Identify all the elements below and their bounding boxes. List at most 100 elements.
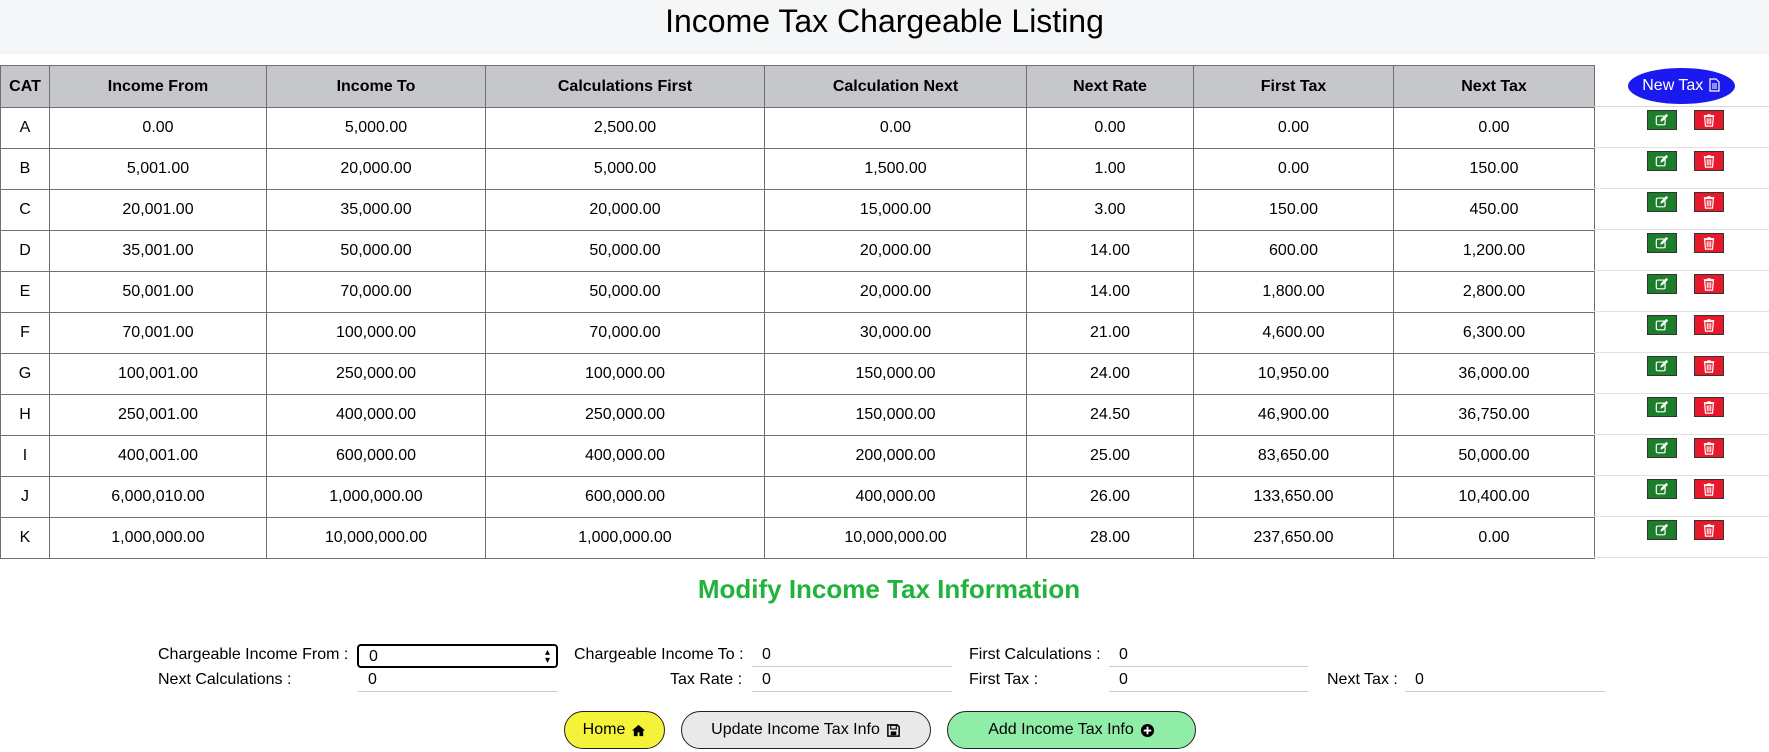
table-cell: 6,300.00 bbox=[1393, 312, 1595, 354]
edit-icon bbox=[1655, 154, 1669, 168]
edit-button[interactable] bbox=[1647, 438, 1677, 458]
delete-button[interactable] bbox=[1694, 520, 1724, 540]
new-tax-button[interactable]: New Tax bbox=[1628, 67, 1735, 104]
table-cell: 0.00 bbox=[764, 107, 1027, 149]
chargeable-income-to-field[interactable] bbox=[752, 643, 952, 667]
table-cell: J bbox=[0, 476, 50, 518]
table-cell: 26.00 bbox=[1026, 476, 1194, 518]
table-cell: 100,000.00 bbox=[485, 353, 765, 395]
column-header: Next Rate bbox=[1026, 65, 1194, 108]
table-cell: 600,000.00 bbox=[266, 435, 486, 477]
table-row: E 50,001.00 70,000.00 50,000.00 20,000.00 14.… bbox=[0, 271, 1595, 313]
next-tax-field[interactable] bbox=[1405, 668, 1605, 692]
column-header: Income To bbox=[266, 65, 486, 108]
action-row bbox=[1594, 394, 1769, 435]
action-row bbox=[1594, 435, 1769, 476]
edit-button[interactable] bbox=[1647, 397, 1677, 417]
tax-rate-field[interactable] bbox=[752, 668, 952, 692]
edit-icon bbox=[1655, 113, 1669, 127]
delete-button[interactable] bbox=[1694, 274, 1724, 294]
table-cell: 100,000.00 bbox=[266, 312, 486, 354]
table-cell: 250,001.00 bbox=[49, 394, 267, 436]
first-tax-field[interactable] bbox=[1109, 668, 1308, 692]
column-header: Next Tax bbox=[1393, 65, 1595, 108]
table-cell: 30,000.00 bbox=[764, 312, 1027, 354]
edit-button[interactable] bbox=[1647, 151, 1677, 171]
document-icon bbox=[1709, 77, 1720, 92]
edit-button[interactable] bbox=[1647, 110, 1677, 130]
table-cell: 0.00 bbox=[1393, 517, 1595, 559]
actions-column: New Tax bbox=[1594, 65, 1769, 558]
table-cell: 15,000.00 bbox=[764, 189, 1027, 231]
table-row: F 70,001.00 100,000.00 70,000.00 30,000.00 21… bbox=[0, 312, 1595, 354]
table-cell: 20,000.00 bbox=[764, 271, 1027, 313]
delete-button[interactable] bbox=[1694, 192, 1724, 212]
chargeable-income-from-field[interactable]: 0 ▴ ▾ bbox=[357, 644, 558, 668]
next-tax-label: Next Tax : bbox=[1327, 671, 1398, 688]
delete-button[interactable] bbox=[1694, 151, 1724, 171]
income-tax-table: CAT Income From Income To Calculations Firs… bbox=[0, 65, 1595, 559]
table-cell: 24.00 bbox=[1026, 353, 1194, 395]
table-cell: 14.00 bbox=[1026, 271, 1194, 313]
trash-icon bbox=[1702, 277, 1716, 291]
table-cell: 5,000.00 bbox=[485, 148, 765, 190]
table-cell: 20,001.00 bbox=[49, 189, 267, 231]
table-row: D 35,001.00 50,000.00 50,000.00 20,000.00 14.… bbox=[0, 230, 1595, 272]
table-cell: 46,900.00 bbox=[1193, 394, 1394, 436]
delete-button[interactable] bbox=[1694, 356, 1724, 376]
table-cell: G bbox=[0, 353, 50, 395]
edit-button[interactable] bbox=[1647, 274, 1677, 294]
trash-icon bbox=[1702, 359, 1716, 373]
table-cell: 100,001.00 bbox=[49, 353, 267, 395]
table-cell: 250,000.00 bbox=[485, 394, 765, 436]
edit-button[interactable] bbox=[1647, 315, 1677, 335]
table-cell: 50,000.00 bbox=[485, 230, 765, 272]
column-header: Calculations First bbox=[485, 65, 765, 108]
home-button[interactable]: Home bbox=[564, 711, 665, 749]
edit-button[interactable] bbox=[1647, 233, 1677, 253]
table-cell: C bbox=[0, 189, 50, 231]
trash-icon bbox=[1702, 236, 1716, 250]
edit-icon bbox=[1655, 277, 1669, 291]
delete-button[interactable] bbox=[1694, 438, 1724, 458]
table-cell: 0.00 bbox=[1393, 107, 1595, 149]
table-cell: 3.00 bbox=[1026, 189, 1194, 231]
column-header: First Tax bbox=[1193, 65, 1394, 108]
delete-button[interactable] bbox=[1694, 110, 1724, 130]
edit-button[interactable] bbox=[1647, 356, 1677, 376]
table-row: C 20,001.00 35,000.00 20,000.00 15,000.00 3.0… bbox=[0, 189, 1595, 231]
edit-button[interactable] bbox=[1647, 192, 1677, 212]
table-cell: 24.50 bbox=[1026, 394, 1194, 436]
actions-header: New Tax bbox=[1594, 65, 1769, 107]
table-cell: 70,000.00 bbox=[485, 312, 765, 354]
page-title: Income Tax Chargeable Listing bbox=[665, 3, 1104, 39]
first-calculations-label: First Calculations : bbox=[969, 646, 1101, 663]
delete-button[interactable] bbox=[1694, 315, 1724, 335]
chargeable-income-from-value: 0 bbox=[369, 648, 378, 665]
table-cell: 400,000.00 bbox=[485, 435, 765, 477]
edit-button[interactable] bbox=[1647, 479, 1677, 499]
trash-icon bbox=[1702, 441, 1716, 455]
table-cell: 400,000.00 bbox=[764, 476, 1027, 518]
edit-button[interactable] bbox=[1647, 520, 1677, 540]
delete-button[interactable] bbox=[1694, 397, 1724, 417]
table-cell: 2,800.00 bbox=[1393, 271, 1595, 313]
stepper-arrows-icon[interactable]: ▴ ▾ bbox=[545, 648, 550, 666]
table-cell: 5,001.00 bbox=[49, 148, 267, 190]
table-cell: 36,750.00 bbox=[1393, 394, 1595, 436]
table-cell: 150.00 bbox=[1393, 148, 1595, 190]
table-cell: 10,000,000.00 bbox=[266, 517, 486, 559]
action-row bbox=[1594, 353, 1769, 394]
action-row bbox=[1594, 312, 1769, 353]
delete-button[interactable] bbox=[1694, 479, 1724, 499]
table-cell: 150.00 bbox=[1193, 189, 1394, 231]
table-cell: 70,001.00 bbox=[49, 312, 267, 354]
update-income-tax-button[interactable]: Update Income Tax Info bbox=[681, 711, 931, 749]
first-calculations-field[interactable] bbox=[1109, 643, 1308, 667]
next-calculations-field[interactable] bbox=[358, 668, 558, 692]
add-income-tax-button[interactable]: Add Income Tax Info bbox=[947, 711, 1196, 749]
delete-button[interactable] bbox=[1694, 233, 1724, 253]
new-tax-label: New Tax bbox=[1642, 76, 1704, 94]
action-row bbox=[1594, 189, 1769, 230]
page-header: Income Tax Chargeable Listing bbox=[0, 0, 1769, 54]
